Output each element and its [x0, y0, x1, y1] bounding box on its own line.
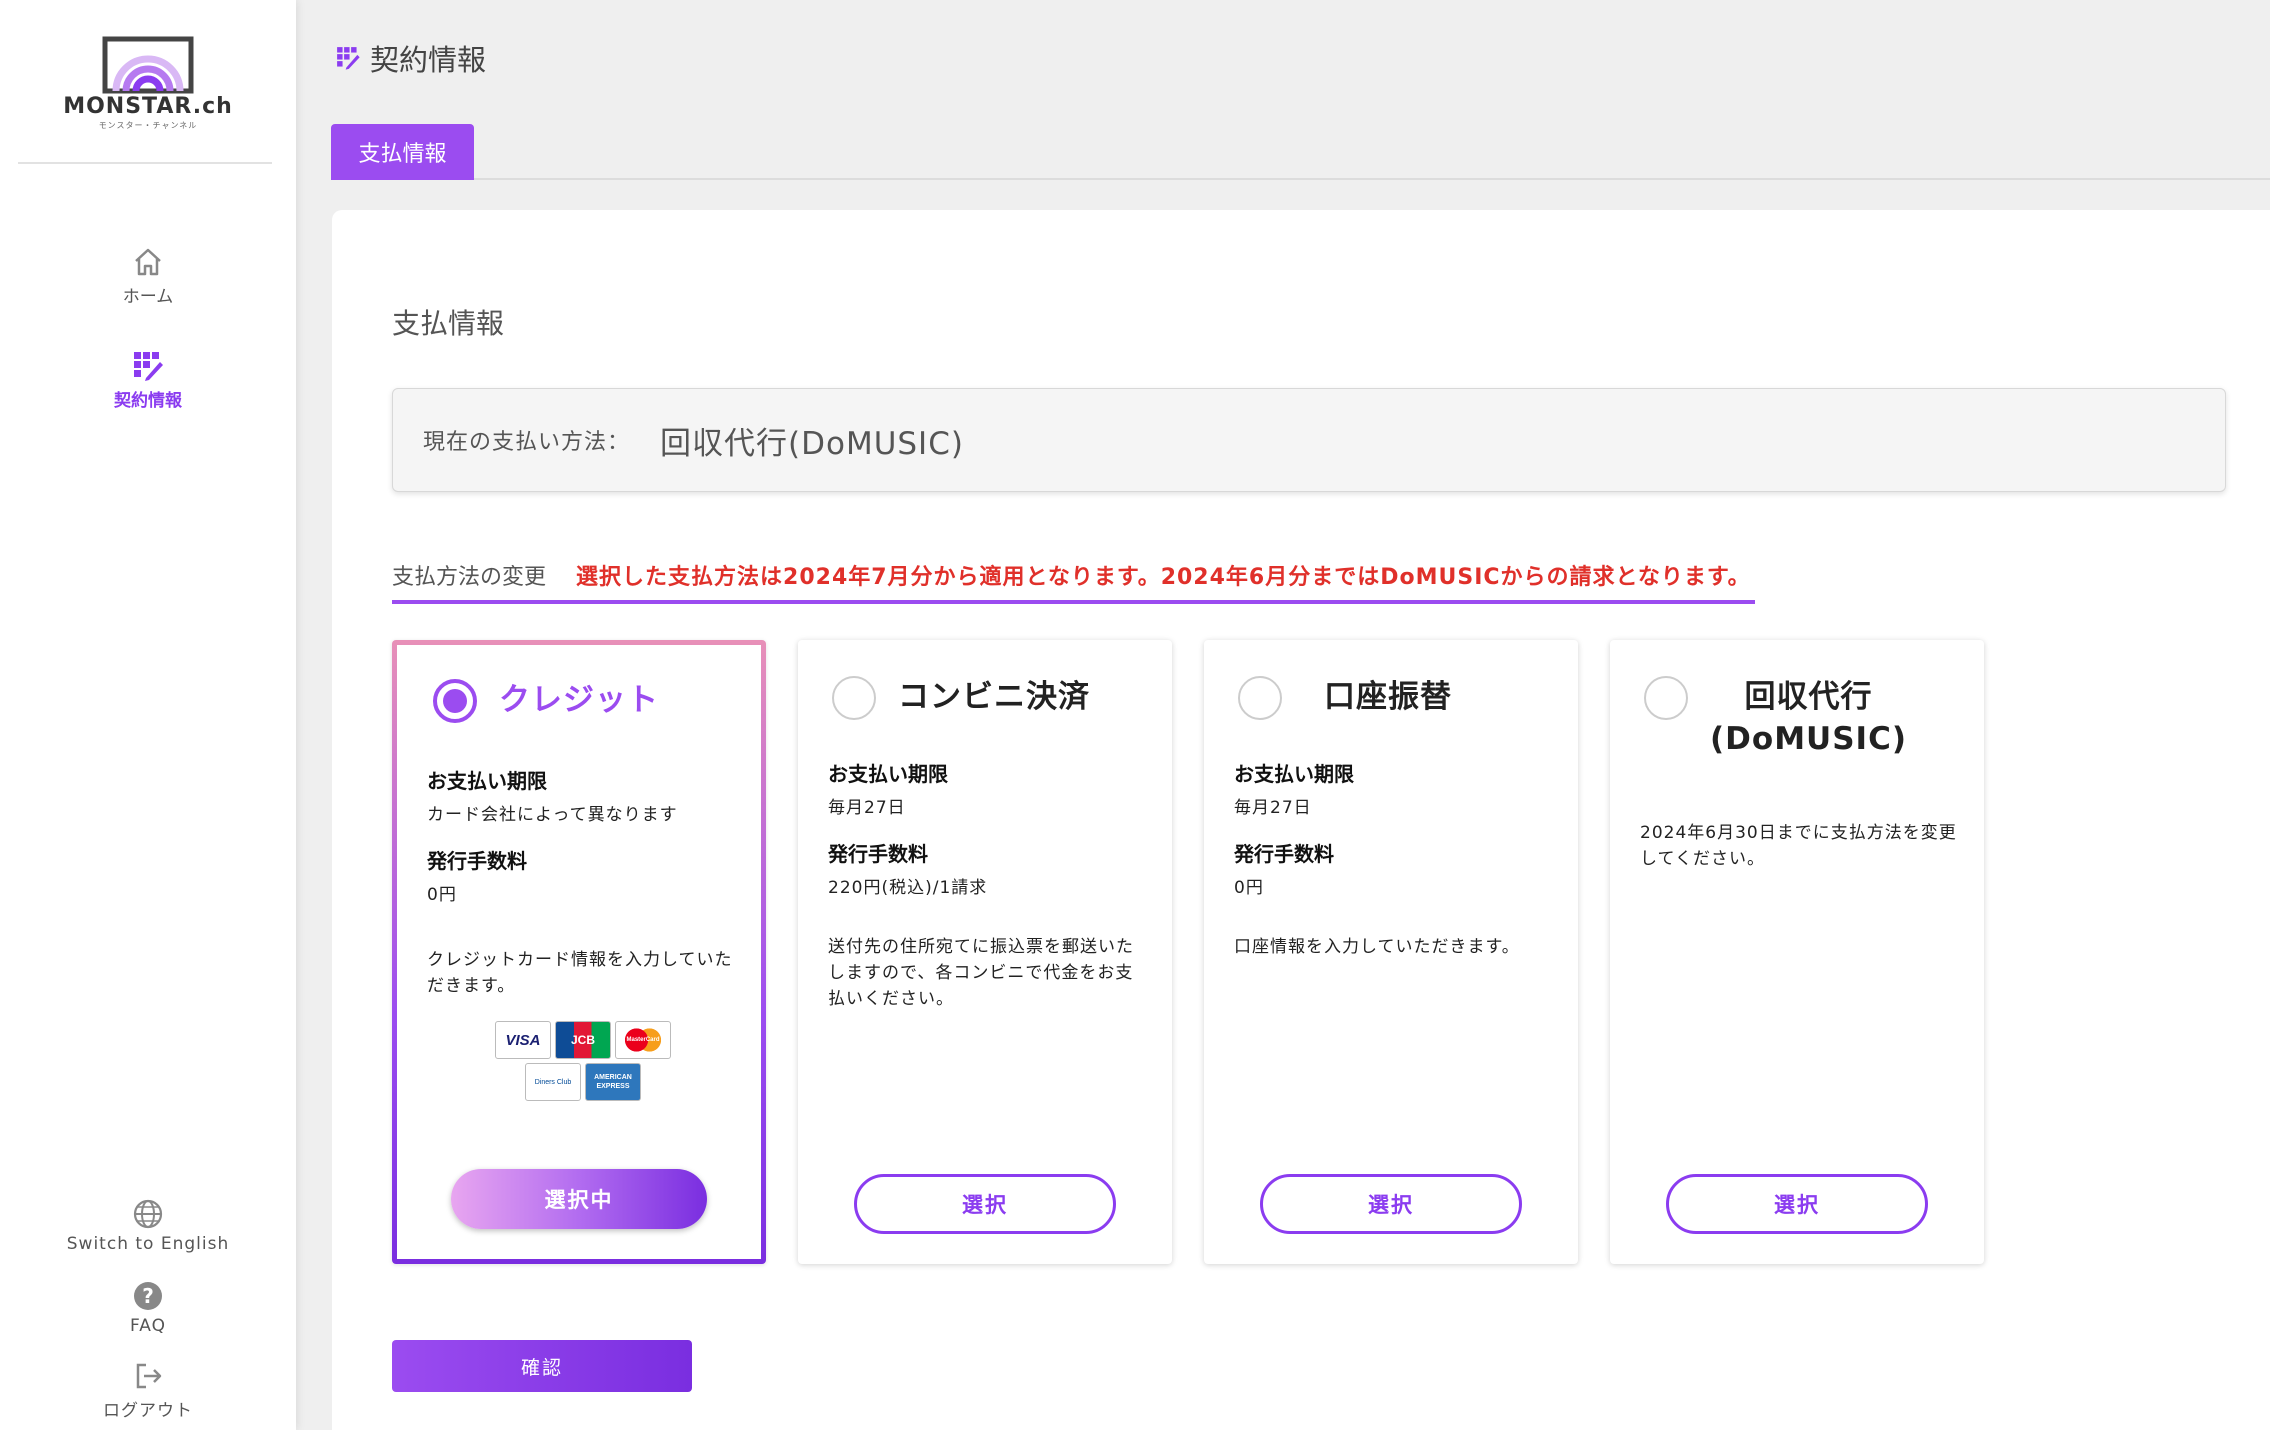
tab-bar: 支払情報 — [331, 124, 2270, 180]
radio-collection[interactable] — [1644, 676, 1688, 720]
svg-text:?: ? — [142, 1284, 154, 1308]
card-title-line2: (DoMUSIC) — [1710, 721, 1907, 757]
sidebar-item-logout[interactable]: ログアウト — [0, 1358, 296, 1421]
sidebar-item-label: ログアウト — [103, 1401, 193, 1421]
card-description: クレジットカード情報を入力していただきます。 — [427, 950, 733, 996]
amex-logo: AMERICAN EXPRESS — [585, 1063, 641, 1101]
sidebar-item-label: 契約情報 — [114, 391, 182, 411]
logout-icon — [136, 1363, 162, 1389]
sidebar-divider — [18, 162, 272, 164]
card-description: 2024年6月30日までに支払方法を変更してください。 — [1640, 823, 1957, 869]
logo-text: MONSTAR.ch — [63, 94, 233, 119]
deadline-value: カード会社によって異なります — [427, 805, 678, 825]
card-title: 口座振替 — [1324, 679, 1452, 715]
payment-card-credit[interactable]: クレジット お支払い期限 カード会社によって異なります 発行手数料 0円 クレジ… — [392, 640, 766, 1264]
select-button[interactable]: 選択 — [1666, 1174, 1928, 1234]
current-payment-box: 現在の支払い方法： 回収代行(DoMUSIC) — [392, 388, 2226, 492]
deadline-info: お支払い期限 毎月27日 — [1234, 758, 1554, 818]
visa-logo: VISA — [495, 1021, 551, 1059]
fee-heading: 発行手数料 — [828, 842, 928, 866]
mastercard-logo: MasterCard — [615, 1021, 671, 1059]
help-icon: ? — [134, 1282, 162, 1310]
sidebar-item-label: FAQ — [130, 1316, 166, 1336]
fee-value: 0円 — [1234, 878, 1264, 898]
sidebar-item-faq[interactable]: ? FAQ — [0, 1278, 296, 1336]
current-payment-value: 回収代行(DoMUSIC) — [660, 425, 964, 462]
deadline-value: 毎月27日 — [828, 798, 906, 818]
radio-credit[interactable] — [433, 679, 477, 723]
fee-info: 発行手数料 0円 — [427, 845, 747, 905]
fee-value: 220円(税込)/1請求 — [828, 878, 988, 898]
fee-info: 発行手数料 0円 — [1234, 838, 1554, 898]
deadline-heading: お支払い期限 — [1234, 762, 1354, 786]
select-button[interactable]: 選択 — [854, 1174, 1116, 1234]
logo-mark-icon — [102, 36, 194, 94]
change-method-label: 支払方法の変更 — [392, 565, 547, 590]
change-method-header: 支払方法の変更 選択した支払方法は2024年7月分から適用となります。2024年… — [392, 550, 1755, 604]
diners-logo: Diners Club — [525, 1063, 581, 1101]
card-description: 口座情報を入力していただきます。 — [1234, 937, 1520, 957]
sidebar-item-label: ホーム — [122, 287, 174, 307]
fee-value: 0円 — [427, 885, 457, 905]
card-title: 回収代行 (DoMUSIC) — [1710, 676, 1907, 760]
change-method-notice: 選択した支払方法は2024年7月分から適用となります。2024年6月分まではDo… — [576, 565, 1751, 590]
card-title: コンビニ決済 — [898, 679, 1090, 715]
payment-card-bank[interactable]: 口座振替 お支払い期限 毎月27日 発行手数料 0円 口座情報を入力していただき… — [1204, 640, 1578, 1264]
sidebar-item-label: Switch to English — [66, 1234, 230, 1254]
deadline-heading: お支払い期限 — [427, 769, 547, 793]
sidebar-item-switch-english[interactable]: Switch to English — [0, 1196, 296, 1254]
selected-button[interactable]: 選択中 — [451, 1169, 707, 1229]
deadline-value: 毎月27日 — [1234, 798, 1312, 818]
payment-card-convenience[interactable]: コンビニ決済 お支払い期限 毎月27日 発行手数料 220円(税込)/1請求 送… — [798, 640, 1172, 1264]
fee-heading: 発行手数料 — [1234, 842, 1334, 866]
contract-icon — [134, 352, 163, 381]
card-header: 回収代行 (DoMUSIC) — [1644, 676, 1907, 760]
sidebar-item-contract[interactable]: 契約情報 — [0, 348, 296, 411]
sidebar: MONSTAR.ch モンスター・チャンネル ホーム 契約情報 Switch t… — [0, 0, 296, 1430]
select-button[interactable]: 選択 — [1260, 1174, 1522, 1234]
logo-subtext: モンスター・チャンネル — [98, 121, 198, 130]
deadline-info: お支払い期限 カード会社によって異なります — [427, 765, 747, 825]
sidebar-item-home[interactable]: ホーム — [0, 244, 296, 307]
radio-convenience[interactable] — [832, 676, 876, 720]
card-brands: VISA JCB MasterCard Diners Club AMERICAN… — [493, 1021, 673, 1105]
deadline-info: お支払い期限 毎月27日 — [828, 758, 1148, 818]
page-header: 契約情報 — [334, 38, 486, 78]
radio-bank[interactable] — [1238, 676, 1282, 720]
card-title-line1: 回収代行 — [1744, 679, 1873, 715]
home-icon — [135, 248, 161, 276]
confirm-button[interactable]: 確認 — [392, 1340, 692, 1392]
card-header: クレジット — [433, 679, 659, 723]
jcb-logo: JCB — [555, 1021, 611, 1059]
tab-payment-info[interactable]: 支払情報 — [331, 124, 474, 180]
section-title: 支払情報 — [392, 307, 505, 340]
card-description: 送付先の住所宛てに振込票を郵送いたしますので、各コンビニで代金をお支払いください… — [828, 937, 1134, 1009]
logo[interactable]: MONSTAR.ch モンスター・チャンネル — [60, 36, 236, 136]
card-header: 口座振替 — [1238, 676, 1452, 720]
deadline-heading: お支払い期限 — [828, 762, 948, 786]
payment-card-collection[interactable]: 回収代行 (DoMUSIC) 2024年6月30日までに支払方法を変更してくださ… — [1610, 640, 1984, 1264]
card-header: コンビニ決済 — [832, 676, 1090, 720]
card-title: クレジット — [499, 682, 659, 718]
globe-icon — [133, 1199, 163, 1229]
page-title: 契約情報 — [370, 43, 487, 77]
fee-info: 発行手数料 220円(税込)/1請求 — [828, 838, 1148, 898]
current-payment-label: 現在の支払い方法： — [423, 430, 631, 455]
fee-heading: 発行手数料 — [427, 849, 527, 873]
main-panel: 支払情報 現在の支払い方法： 回収代行(DoMUSIC) 支払方法の変更 選択し… — [332, 210, 2270, 1430]
contract-icon — [337, 47, 360, 70]
